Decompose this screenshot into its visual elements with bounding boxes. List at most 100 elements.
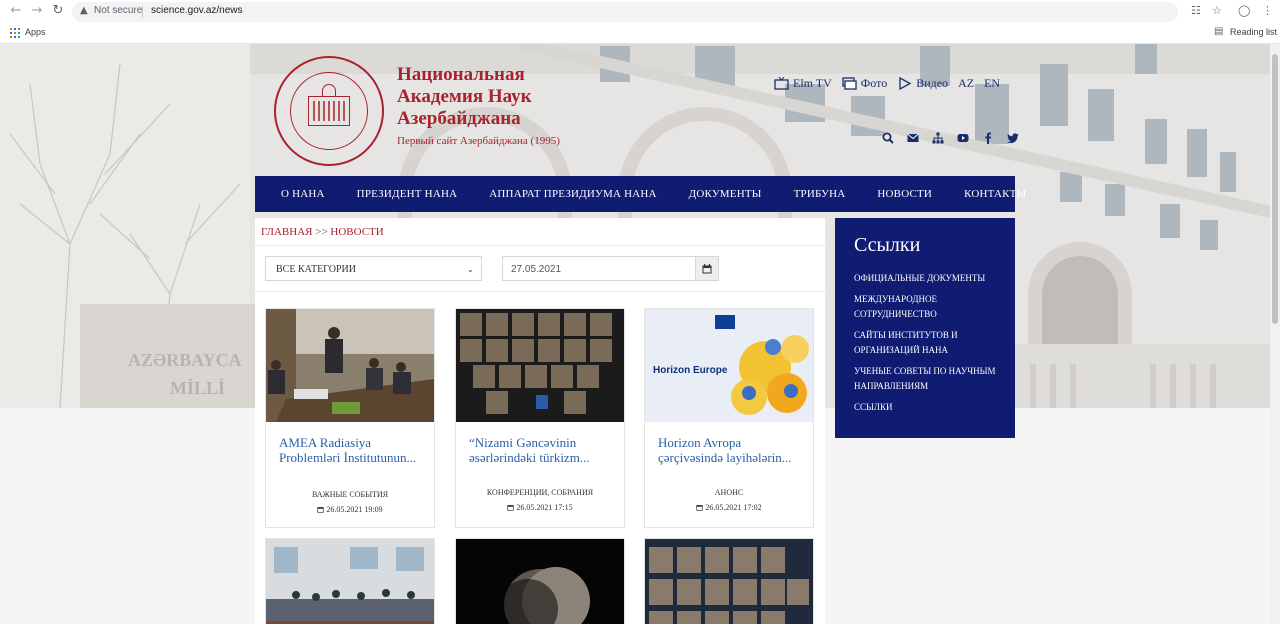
calendar-icon (696, 505, 704, 511)
reading-list-icon[interactable]: ▤ (1214, 26, 1223, 37)
scrollbar-thumb[interactable] (1272, 54, 1278, 324)
star-icon[interactable]: ☆ (1212, 4, 1222, 17)
filter-divider (255, 291, 825, 292)
news-category[interactable]: ВАЖНЫЕ СОБЫТИЯ (266, 490, 434, 499)
breadcrumb: ГЛАВНАЯ >> НОВОСТИ (261, 226, 384, 238)
horizon-europe-text: Horizon Europe (653, 365, 728, 376)
links-item-official-documents[interactable]: ОФИЦИАЛЬНЫЕ ДОКУМЕНТЫ (854, 271, 1004, 287)
search-icon[interactable] (881, 131, 895, 145)
links-item-institute-sites[interactable]: САЙТЫ ИНСТИТУТОВ И ОРГАНИЗАЦИЙ НАНА (854, 328, 1004, 359)
news-category[interactable]: АНОНС (645, 488, 813, 497)
calendar-icon (507, 505, 515, 511)
site-title-line: Азербайджана (397, 108, 521, 129)
elm-tv-label: Elm TV (793, 75, 832, 90)
news-title[interactable]: AMEA Radiasiya Problemləri İnstitutunun.… (279, 435, 425, 465)
browser-menu-icon[interactable]: ⋮ (1262, 4, 1273, 17)
reload-icon[interactable]: ↻ (50, 3, 66, 19)
top-links: Elm TV Фото Видео AZ EN (774, 75, 1000, 91)
date-input[interactable]: 27.05.2021 (502, 256, 695, 281)
links-title: Ссылки (854, 234, 921, 256)
news-card[interactable]: Horizon Europe Horizon Avropa çərçivəsin… (644, 308, 814, 528)
news-category[interactable]: КОНФЕРЕНЦИИ, СОБРАНИЯ (456, 488, 624, 497)
address-bar[interactable]: ▲ Not secure science.gov.az/news (72, 2, 1178, 22)
video-link[interactable]: Видео (897, 76, 948, 91)
news-thumbnail[interactable]: Horizon Europe (645, 309, 813, 422)
news-date-text: 26.05.2021 17:02 (705, 503, 762, 512)
news-date: 26.05.2021 17:02 (645, 503, 813, 512)
browser-chrome: ← → ↻ ▲ Not secure science.gov.az/news ☷… (0, 0, 1280, 44)
links-item-links[interactable]: ССЫЛКИ (854, 400, 1004, 416)
tv-icon (774, 76, 789, 90)
menu-item-news[interactable]: НОВОСТИ (861, 188, 948, 200)
news-card[interactable] (265, 538, 435, 624)
links-list: ОФИЦИАЛЬНЫЕ ДОКУМЕНТЫ МЕЖДУНАРОДНОЕ СОТР… (854, 271, 1004, 420)
news-title[interactable]: Horizon Avropa çərçivəsində layihələrin.… (658, 435, 804, 465)
url-text[interactable]: science.gov.az/news (151, 5, 243, 16)
news-date-text: 26.05.2021 19:09 (326, 505, 383, 514)
photo-label: Фото (860, 75, 888, 90)
security-label: Not secure (94, 5, 143, 16)
calendar-icon (317, 507, 325, 513)
sitemap-icon[interactable] (931, 131, 945, 145)
extension-icon[interactable]: ◯ (1238, 4, 1250, 17)
news-date-text: 26.05.2021 17:15 (516, 503, 573, 512)
breadcrumb-separator: >> (315, 226, 328, 238)
news-thumbnail[interactable] (645, 539, 813, 624)
menu-item-contacts[interactable]: КОНТАКТЫ (948, 188, 1042, 200)
news-thumbnail[interactable] (456, 539, 624, 624)
news-thumbnail[interactable] (266, 539, 434, 624)
news-thumbnail[interactable] (266, 309, 434, 422)
photo-icon (842, 76, 857, 90)
category-select[interactable]: ВСЕ КАТЕГОРИИ (265, 256, 482, 281)
links-item-scientific-councils[interactable]: УЧЕНЫЕ СОВЕТЫ ПО НАУЧНЫМ НАПРАВЛЕНИЯМ (854, 364, 1004, 395)
news-card[interactable] (644, 538, 814, 624)
lang-az-link[interactable]: AZ (958, 76, 974, 91)
site-title[interactable]: Национальная Академия Наук Азербайджана (397, 64, 627, 130)
elm-tv-link[interactable]: Elm TV (774, 76, 832, 91)
site-subtitle: Первый сайт Азербайджана (1995) (397, 135, 560, 147)
calendar-icon (702, 263, 712, 273)
breadcrumb-home[interactable]: ГЛАВНАЯ (261, 226, 313, 238)
menu-item-presidium[interactable]: АППАРАТ ПРЕЗИДИУМА НАНА (473, 188, 672, 200)
apps-grid-icon[interactable] (10, 28, 20, 38)
news-card[interactable] (455, 538, 625, 624)
play-icon (899, 76, 912, 90)
browser-toolbar: ← → ↻ ▲ Not secure science.gov.az/news ☷… (0, 0, 1280, 24)
bookmarks-bar: Apps ▤ Reading list (0, 24, 1280, 44)
twitter-icon[interactable] (1006, 131, 1020, 145)
links-sidebar: Ссылки ОФИЦИАЛЬНЫЕ ДОКУМЕНТЫ МЕЖДУНАРОДН… (835, 218, 1015, 438)
news-title[interactable]: “Nizami Gəncəvinin əsərlərindəki türkizm… (469, 435, 615, 465)
social-icons (881, 131, 1020, 145)
news-card[interactable]: “Nizami Gəncəvinin əsərlərindəki türkizm… (455, 308, 625, 528)
news-date: 26.05.2021 19:09 (266, 505, 434, 514)
news-content: ГЛАВНАЯ >> НОВОСТИ ВСЕ КАТЕГОРИИ ⌄ 27.05… (255, 218, 825, 624)
breadcrumb-divider (255, 245, 825, 246)
news-date: 26.05.2021 17:15 (456, 503, 624, 512)
news-thumbnail[interactable] (456, 309, 624, 422)
links-item-international-cooperation[interactable]: МЕЖДУНАРОДНОЕ СОТРУДНИЧЕСТВО (854, 292, 1004, 323)
menu-item-about[interactable]: О НАНА (255, 188, 341, 200)
forward-icon[interactable]: → (29, 3, 45, 19)
calendar-button[interactable] (695, 256, 719, 281)
url-separator (142, 6, 143, 18)
photo-link[interactable]: Фото (842, 76, 887, 91)
menu-item-tribune[interactable]: ТРИБУНА (778, 188, 862, 200)
translate-icon[interactable]: ☷ (1191, 4, 1201, 17)
video-label: Видео (916, 75, 949, 90)
bookmark-reading-list[interactable]: Reading list (1230, 27, 1277, 37)
lang-en-link[interactable]: EN (984, 76, 1000, 91)
breadcrumb-current: НОВОСТИ (330, 226, 384, 238)
warning-icon: ▲ (80, 5, 88, 16)
mail-icon[interactable] (906, 131, 920, 145)
academy-logo[interactable] (274, 56, 384, 166)
youtube-icon[interactable] (956, 131, 970, 145)
menu-item-president[interactable]: ПРЕЗИДЕНТ НАНА (341, 188, 474, 200)
web-page: AZƏRBAYCA MİLLİ Национальная Академия На… (0, 44, 1280, 624)
facebook-icon[interactable] (981, 131, 995, 145)
news-card[interactable]: AMEA Radiasiya Problemləri İnstitutunun.… (265, 308, 435, 528)
chevron-down-icon[interactable]: ⌄ (467, 265, 474, 274)
bookmark-apps[interactable]: Apps (25, 27, 46, 37)
menu-item-documents[interactable]: ДОКУМЕНТЫ (673, 188, 778, 200)
main-menu: О НАНА ПРЕЗИДЕНТ НАНА АППАРАТ ПРЕЗИДИУМА… (255, 176, 1026, 212)
back-icon[interactable]: ← (8, 3, 24, 19)
